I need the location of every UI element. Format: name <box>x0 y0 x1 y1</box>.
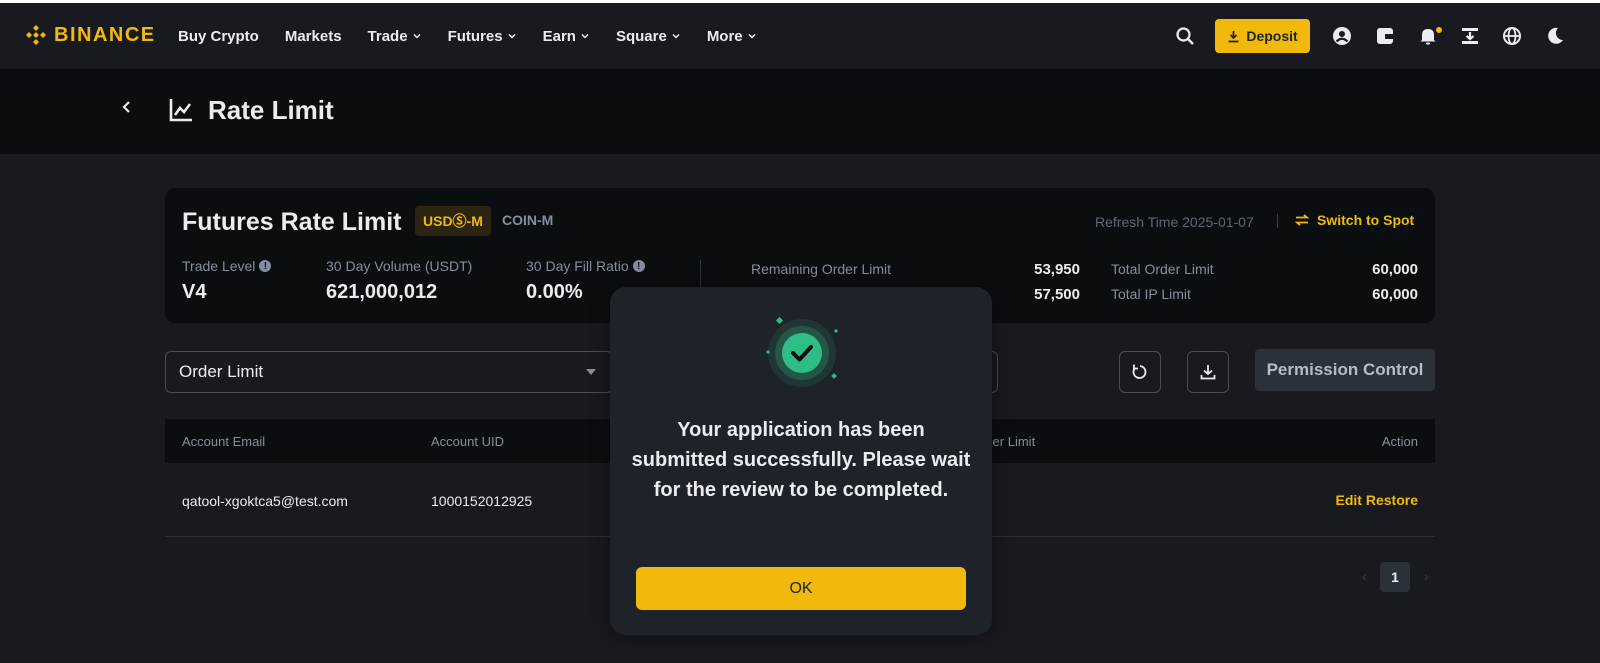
remaining-order-value: 53,950 <box>1034 261 1080 278</box>
chevron-down-icon <box>581 33 589 39</box>
nav-label: Trade <box>367 27 408 45</box>
info-icon[interactable]: ! <box>632 260 645 272</box>
binance-logo[interactable]: BINANCE <box>24 23 156 47</box>
divider <box>1277 214 1278 228</box>
deposit-label: Deposit <box>1246 28 1298 44</box>
total-ip-label: Total IP Limit <box>1111 286 1191 302</box>
refresh-button[interactable] <box>1119 351 1161 393</box>
stat-label-fill-ratio: 30 Day Fill Ratio! <box>526 258 645 274</box>
chevron-down-icon <box>508 33 516 39</box>
qr-download-icon[interactable] <box>1460 26 1480 46</box>
permission-control-button[interactable]: Permission Control <box>1255 349 1435 391</box>
ok-button[interactable]: OK <box>636 567 966 610</box>
stat-value-trade-level: V4 <box>182 281 207 303</box>
stat-label-text: 30 Day Volume (USDT) <box>326 258 473 274</box>
switch-label: Switch to Spot <box>1317 212 1415 228</box>
page-header: Rate Limit <box>0 69 1600 154</box>
nav-more[interactable]: More <box>707 28 757 45</box>
swap-icon <box>1295 214 1309 226</box>
next-page-button[interactable]: › <box>1424 568 1429 584</box>
download-icon <box>1200 365 1216 380</box>
page-title: Rate Limit <box>208 95 334 125</box>
prev-page-button[interactable]: ‹ <box>1362 568 1367 584</box>
nav-markets[interactable]: Markets <box>285 28 342 45</box>
refresh-icon <box>1132 364 1147 379</box>
refresh-time: Refresh Time 2025-01-07 <box>1095 214 1254 230</box>
total-ip-value: 60,000 <box>1372 286 1418 303</box>
tab-coinm[interactable]: COIN-M <box>502 212 553 228</box>
switch-to-spot-link[interactable]: Switch to Spot <box>1295 212 1414 228</box>
download-icon <box>1228 30 1239 42</box>
nav-label: Square <box>615 27 667 45</box>
total-order-value: 60,000 <box>1372 261 1418 278</box>
info-icon[interactable]: ! <box>259 260 272 272</box>
nav-label: Buy Crypto <box>178 27 259 45</box>
stat-label-text: Trade Level <box>182 258 256 274</box>
stat-label-trade-level: Trade Level! <box>182 258 272 274</box>
total-order-label: Total Order Limit <box>1111 261 1214 277</box>
th-uid: Account UID <box>431 434 504 449</box>
th-action: Action <box>1381 434 1418 449</box>
globe-icon[interactable] <box>1502 26 1522 46</box>
th-email: Account Email <box>182 434 266 449</box>
success-modal: Your application has been submitted succ… <box>610 287 992 635</box>
nav-futures[interactable]: Futures <box>448 28 517 45</box>
nav-label: Futures <box>447 27 503 45</box>
card-title: Futures Rate Limit <box>182 208 402 236</box>
stat-label-text: 30 Day Fill Ratio <box>526 258 629 274</box>
deposit-button[interactable]: Deposit <box>1215 19 1310 53</box>
moon-icon[interactable] <box>1545 26 1565 46</box>
nav-label: More <box>706 27 743 45</box>
success-check-icon <box>766 316 838 387</box>
nav-trade[interactable]: Trade <box>368 28 422 45</box>
nav-square[interactable]: Square <box>616 28 681 45</box>
user-icon[interactable] <box>1332 26 1352 46</box>
stat-value-fill-ratio: 0.00% <box>526 281 583 303</box>
nav-buy-crypto[interactable]: Buy Crypto <box>178 28 259 45</box>
notification-dot <box>1436 27 1442 33</box>
edit-restore-link[interactable]: Edit Restore <box>1336 492 1418 508</box>
nav-label: Markets <box>284 27 342 45</box>
nav-links: Buy Crypto Markets Trade Futures Earn Sq… <box>178 3 783 69</box>
chevron-left-icon[interactable] <box>120 99 134 115</box>
remaining-order-label: Remaining Order Limit <box>751 261 892 277</box>
chevron-down-icon <box>672 33 680 39</box>
page-1-button[interactable]: 1 <box>1380 562 1410 592</box>
top-nav: BINANCE Buy Crypto Markets Trade Futures… <box>0 3 1600 69</box>
brand-name: BINANCE <box>54 23 156 46</box>
cell-email: qatool-xgoktca5@test.com <box>182 493 348 509</box>
select-value: Order Limit <box>179 362 264 381</box>
modal-message: Your application has been submitted succ… <box>631 419 971 501</box>
stat-label-volume: 30 Day Volume (USDT) <box>326 258 472 274</box>
chevron-down-icon <box>413 33 421 39</box>
chart-icon <box>169 99 192 122</box>
cell-uid: 1000152012925 <box>431 493 533 509</box>
export-button[interactable] <box>1187 351 1229 393</box>
nav-earn[interactable]: Earn <box>543 28 590 45</box>
wallet-icon[interactable] <box>1375 26 1395 46</box>
caret-down-icon <box>586 369 596 375</box>
bell-icon[interactable] <box>1418 26 1438 46</box>
binance-logo-icon <box>26 25 46 45</box>
search-icon[interactable] <box>1175 26 1195 46</box>
stat-value-volume: 621,000,012 <box>326 281 438 303</box>
chevron-down-icon <box>748 33 756 39</box>
tab-usdm[interactable]: USDⓈ-M <box>415 206 491 236</box>
nav-label: Earn <box>542 27 576 45</box>
limit-type-select[interactable]: Order Limit <box>165 351 613 393</box>
